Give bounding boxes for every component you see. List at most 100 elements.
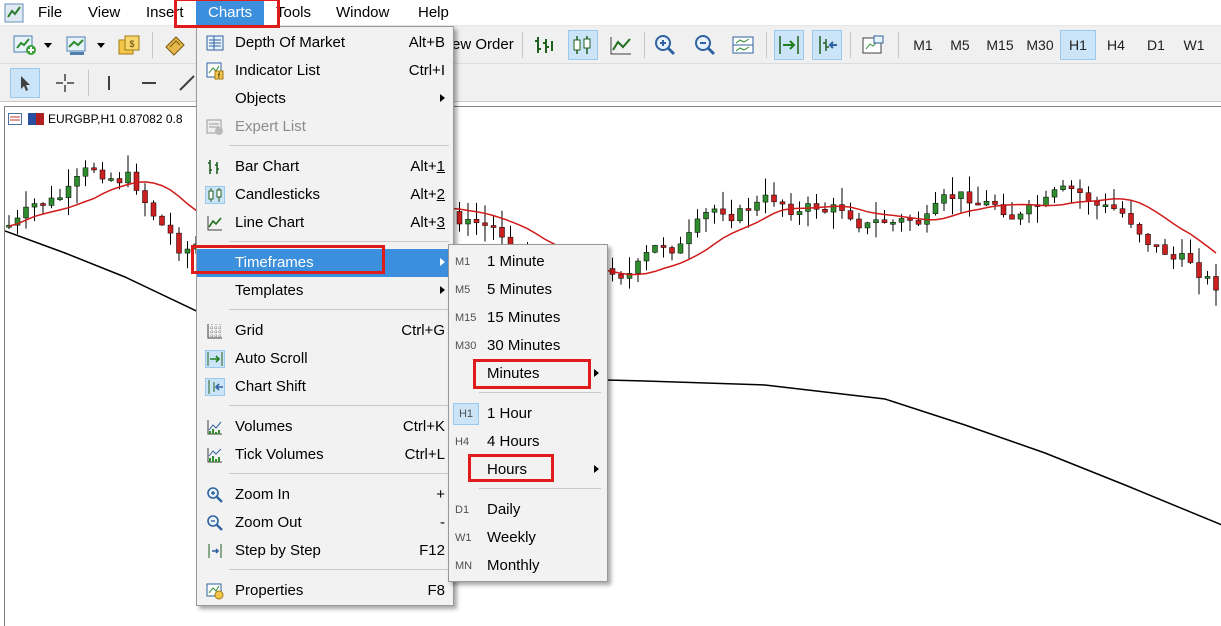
candle-body bbox=[23, 206, 29, 219]
h4-code-icon: H4 bbox=[455, 436, 470, 448]
menu-item-line-chart[interactable]: Line Chart Alt+3 bbox=[197, 209, 453, 237]
menu-item-properties[interactable]: Properties F8 bbox=[197, 577, 453, 605]
zoom-out-icon[interactable] bbox=[690, 30, 720, 60]
menu-item-templates[interactable]: Templates bbox=[197, 277, 453, 305]
autotrading-button[interactable] bbox=[160, 30, 190, 60]
menu-item-minutes[interactable]: Minutes bbox=[449, 360, 607, 388]
indicator-list-icon: f bbox=[205, 62, 225, 80]
menu-item-30-minutes[interactable]: M30 30 Minutes bbox=[449, 332, 607, 360]
timeframe-d1-button[interactable]: D1 bbox=[1138, 30, 1174, 60]
menu-item-5-minutes[interactable]: M5 5 Minutes bbox=[449, 276, 607, 304]
menu-separator bbox=[229, 405, 449, 406]
vertical-line-icon[interactable] bbox=[94, 68, 124, 98]
menu-item-1-minute[interactable]: M1 1 Minute bbox=[449, 248, 607, 276]
menu-item-hours[interactable]: Hours bbox=[449, 456, 607, 484]
chevron-down-icon[interactable] bbox=[97, 43, 105, 48]
mn-code-icon: MN bbox=[455, 560, 473, 572]
chart-window-icon bbox=[8, 113, 22, 125]
candle-body bbox=[167, 224, 174, 234]
candle-body bbox=[1204, 276, 1211, 279]
menu-item-indicator-list[interactable]: f Indicator List Ctrl+I bbox=[197, 57, 453, 85]
candle-body bbox=[754, 201, 760, 211]
chart-shift-icon[interactable] bbox=[812, 30, 842, 60]
submenu-arrow-icon bbox=[440, 94, 445, 102]
menu-item-auto-scroll[interactable]: Auto Scroll bbox=[197, 345, 453, 373]
menu-item-daily[interactable]: D1 Daily bbox=[449, 496, 607, 524]
candle-body bbox=[31, 203, 38, 208]
timeframe-m5-button[interactable]: M5 bbox=[942, 30, 978, 60]
step-by-step-icon bbox=[205, 542, 225, 560]
menu-item-15-minutes[interactable]: M15 15 Minutes bbox=[449, 304, 607, 332]
menu-charts[interactable]: Charts bbox=[196, 0, 265, 26]
candlestick-chart-canvas[interactable] bbox=[5, 107, 1221, 626]
tile-windows-icon[interactable] bbox=[728, 30, 758, 60]
crosshair-icon[interactable] bbox=[50, 68, 80, 98]
price-chart[interactable] bbox=[4, 106, 1221, 626]
menu-item-candlesticks[interactable]: Candlesticks Alt+2 bbox=[197, 181, 453, 209]
menu-separator bbox=[229, 569, 449, 570]
timeframe-w1-button[interactable]: W1 bbox=[1176, 30, 1212, 60]
line-chart-icon[interactable] bbox=[606, 30, 636, 60]
candle-body bbox=[907, 218, 913, 221]
timeframe-m30-button[interactable]: M30 bbox=[1020, 30, 1060, 60]
templates-icon[interactable] bbox=[858, 30, 888, 60]
submenu-arrow-icon bbox=[594, 369, 599, 377]
candle-body bbox=[176, 232, 182, 254]
menu-item-step-by-step[interactable]: Step by Step F12 bbox=[197, 537, 453, 565]
candle-body bbox=[1179, 253, 1185, 260]
candle-body bbox=[660, 245, 667, 248]
timeframe-m15-button[interactable]: M15 bbox=[980, 30, 1020, 60]
menu-item-timeframes[interactable]: Timeframes bbox=[197, 249, 453, 277]
candle-body bbox=[686, 232, 692, 245]
candle-body bbox=[966, 191, 973, 204]
candle-body bbox=[898, 218, 905, 223]
candlesticks-icon[interactable] bbox=[568, 30, 598, 60]
menu-item-chart-shift[interactable]: Chart Shift bbox=[197, 373, 453, 401]
timeframe-h4-button[interactable]: H4 bbox=[1098, 30, 1134, 60]
new-order-label[interactable]: ew Order bbox=[452, 36, 514, 53]
menu-item-tick-volumes[interactable]: Tick Volumes Ctrl+L bbox=[197, 441, 453, 469]
new-chart-button[interactable] bbox=[10, 30, 40, 60]
menu-insert[interactable]: Insert bbox=[134, 0, 196, 26]
toolbar-separator bbox=[88, 70, 89, 96]
menu-item-zoom-in[interactable]: Zoom In + bbox=[197, 481, 453, 509]
menu-item-4-hours[interactable]: H4 4 Hours bbox=[449, 428, 607, 456]
horizontal-line-icon[interactable] bbox=[134, 68, 164, 98]
candle-body bbox=[499, 226, 505, 238]
menu-item-weekly[interactable]: W1 Weekly bbox=[449, 524, 607, 552]
candle-body bbox=[1102, 204, 1109, 208]
profiles-button[interactable] bbox=[62, 30, 92, 60]
menu-item-1-hour[interactable]: H1 1 Hour bbox=[449, 400, 607, 428]
timeframe-m1-button[interactable]: M1 bbox=[905, 30, 941, 60]
menu-item-bar-chart[interactable]: Bar Chart Alt+1 bbox=[197, 153, 453, 181]
properties-icon bbox=[205, 582, 225, 600]
menu-tools[interactable]: Tools bbox=[264, 0, 323, 26]
candle-body bbox=[881, 219, 888, 223]
menu-window[interactable]: Window bbox=[324, 0, 401, 26]
menu-item-zoom-out[interactable]: Zoom Out - bbox=[197, 509, 453, 537]
menu-view[interactable]: View bbox=[76, 0, 132, 26]
candle-body bbox=[949, 194, 956, 199]
chevron-down-icon[interactable] bbox=[44, 43, 52, 48]
market-watch-button[interactable]: $ bbox=[114, 30, 144, 60]
candle-body bbox=[1060, 185, 1066, 190]
auto-scroll-icon[interactable] bbox=[774, 30, 804, 60]
menu-item-depth-of-market[interactable]: Depth Of Market Alt+B bbox=[197, 29, 453, 57]
candle-body bbox=[142, 190, 148, 204]
cursor-icon[interactable] bbox=[10, 68, 40, 98]
menu-item-objects[interactable]: Objects bbox=[197, 85, 453, 113]
candlesticks-icon bbox=[205, 186, 225, 204]
menu-file[interactable]: File bbox=[26, 0, 74, 26]
menu-item-grid[interactable]: Grid Ctrl+G bbox=[197, 317, 453, 345]
menu-item-monthly[interactable]: MN Monthly bbox=[449, 552, 607, 580]
menu-help[interactable]: Help bbox=[406, 0, 461, 26]
candle-body bbox=[1170, 254, 1177, 260]
timeframe-h1-button[interactable]: H1 bbox=[1060, 30, 1096, 60]
zoom-in-icon[interactable] bbox=[650, 30, 680, 60]
menu-separator bbox=[229, 309, 449, 310]
m15-code-icon: M15 bbox=[455, 312, 477, 324]
candle-body bbox=[983, 200, 990, 206]
bar-chart-icon[interactable] bbox=[530, 30, 560, 60]
menu-item-volumes[interactable]: Volumes Ctrl+K bbox=[197, 413, 453, 441]
candle-body bbox=[150, 202, 157, 217]
